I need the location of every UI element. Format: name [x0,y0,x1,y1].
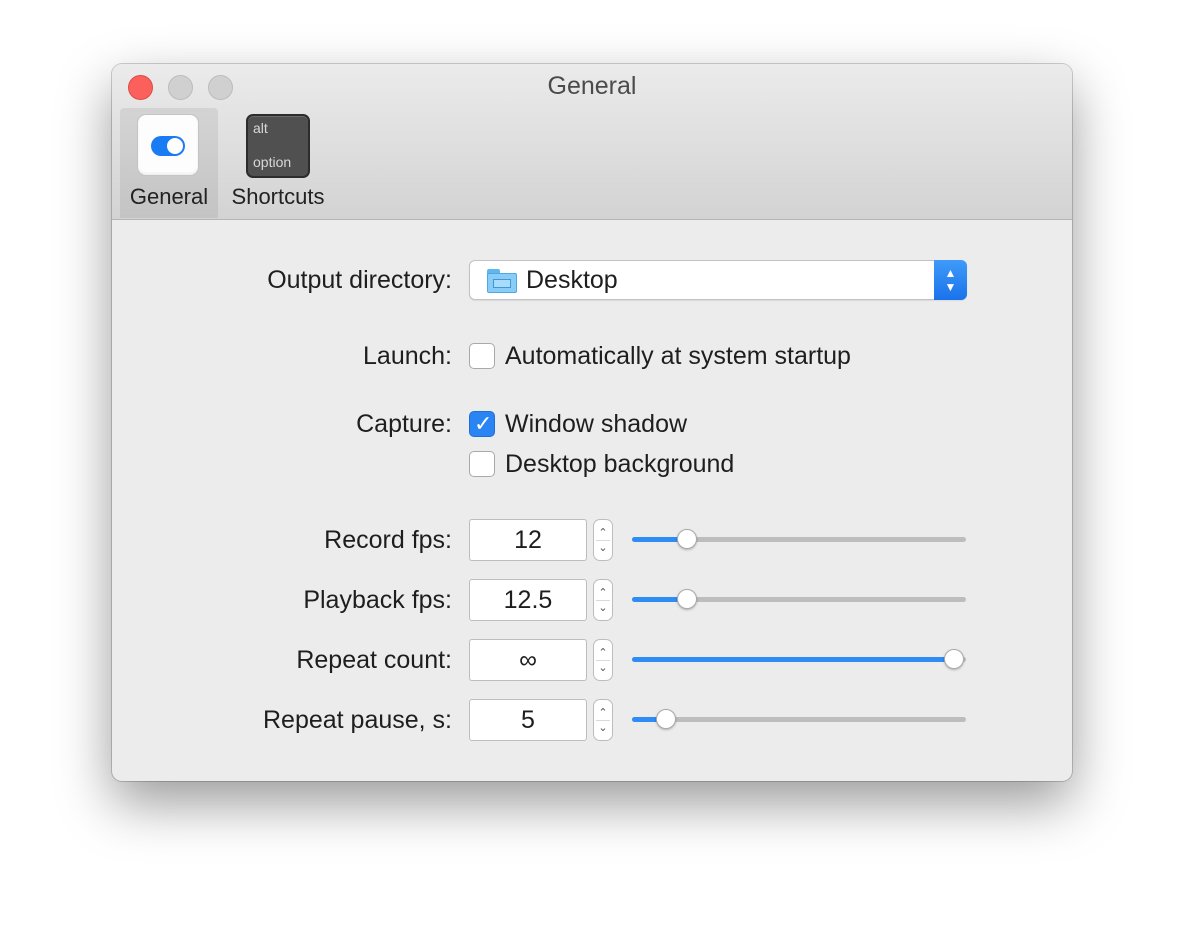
toggle-knob [167,138,183,154]
playback-fps-slider[interactable] [632,589,966,611]
desktop-background-checkbox[interactable] [469,451,495,477]
launch-at-startup-checkbox[interactable] [469,343,495,369]
playback-fps-field[interactable]: 12.5 [469,579,587,621]
launch-label: Launch: [363,342,452,370]
window-shadow-checkbox[interactable]: ✓ [469,411,495,437]
chevron-up-icon[interactable]: ⌃ [594,588,612,599]
chevron-down-icon[interactable]: ⌄ [594,543,612,554]
toolbar-tab-general-label: General [129,184,209,209]
slider-knob[interactable] [944,649,964,669]
output-directory-value: Desktop [526,266,618,294]
window-title: General [547,72,637,100]
toggle-icon [137,114,199,176]
repeat-pause-stepper[interactable]: ⌃ ⌄ [593,699,613,741]
toolbar-tab-shortcuts-label: Shortcuts [231,184,325,209]
repeat-count-stepper[interactable]: ⌃ ⌄ [593,639,613,681]
checkmark-icon: ✓ [474,411,493,436]
capture-label: Capture: [356,410,452,438]
toolbar-tab-general[interactable]: General [120,108,218,218]
window-shadow-label[interactable]: Window shadow [505,410,687,439]
chevron-up-icon[interactable]: ⌃ [594,708,612,719]
desktop-background-label[interactable]: Desktop background [505,450,734,479]
output-directory-label: Output directory: [267,266,452,294]
toolbar-tab-shortcuts[interactable]: alt option Shortcuts [224,108,332,218]
repeat-pause-slider[interactable] [632,709,966,731]
record-fps-stepper[interactable]: ⌃ ⌄ [593,519,613,561]
chevron-down-icon[interactable]: ⌄ [594,663,612,674]
folder-icon [487,269,517,293]
slider-knob[interactable] [677,589,698,609]
launch-at-startup-label[interactable]: Automatically at system startup [505,342,851,371]
slider-knob[interactable] [655,709,676,729]
output-directory-popup[interactable]: Desktop ▲ ▼ [469,260,967,300]
toggle-switch-graphic [151,136,185,156]
preferences-window: General General alt option Shortcuts Out… [112,64,1072,781]
slider-knob[interactable] [677,529,698,549]
key-label-alt: alt [253,120,268,136]
playback-fps-label: Playback fps: [303,586,452,614]
repeat-count-label: Repeat count: [296,646,452,674]
repeat-pause-label: Repeat pause, s: [262,706,452,734]
popup-arrows-icon: ▲ ▼ [934,260,967,300]
record-fps-label: Record fps: [324,526,452,554]
repeat-pause-field[interactable]: 5 [469,699,587,741]
repeat-count-field[interactable]: ∞ [469,639,587,681]
chevron-down-icon[interactable]: ⌄ [594,723,612,734]
option-key-icon: alt option [246,114,310,178]
record-fps-slider[interactable] [632,529,966,551]
playback-fps-stepper[interactable]: ⌃ ⌄ [593,579,613,621]
record-fps-field[interactable]: 12 [469,519,587,561]
chevron-down-icon[interactable]: ⌄ [594,603,612,614]
chevron-up-icon[interactable]: ⌃ [594,648,612,659]
chevron-up-icon[interactable]: ⌃ [594,528,612,539]
titlebar: General General alt option Shortcuts [112,64,1072,220]
repeat-count-slider[interactable] [632,649,966,671]
key-label-option: option [253,154,292,170]
